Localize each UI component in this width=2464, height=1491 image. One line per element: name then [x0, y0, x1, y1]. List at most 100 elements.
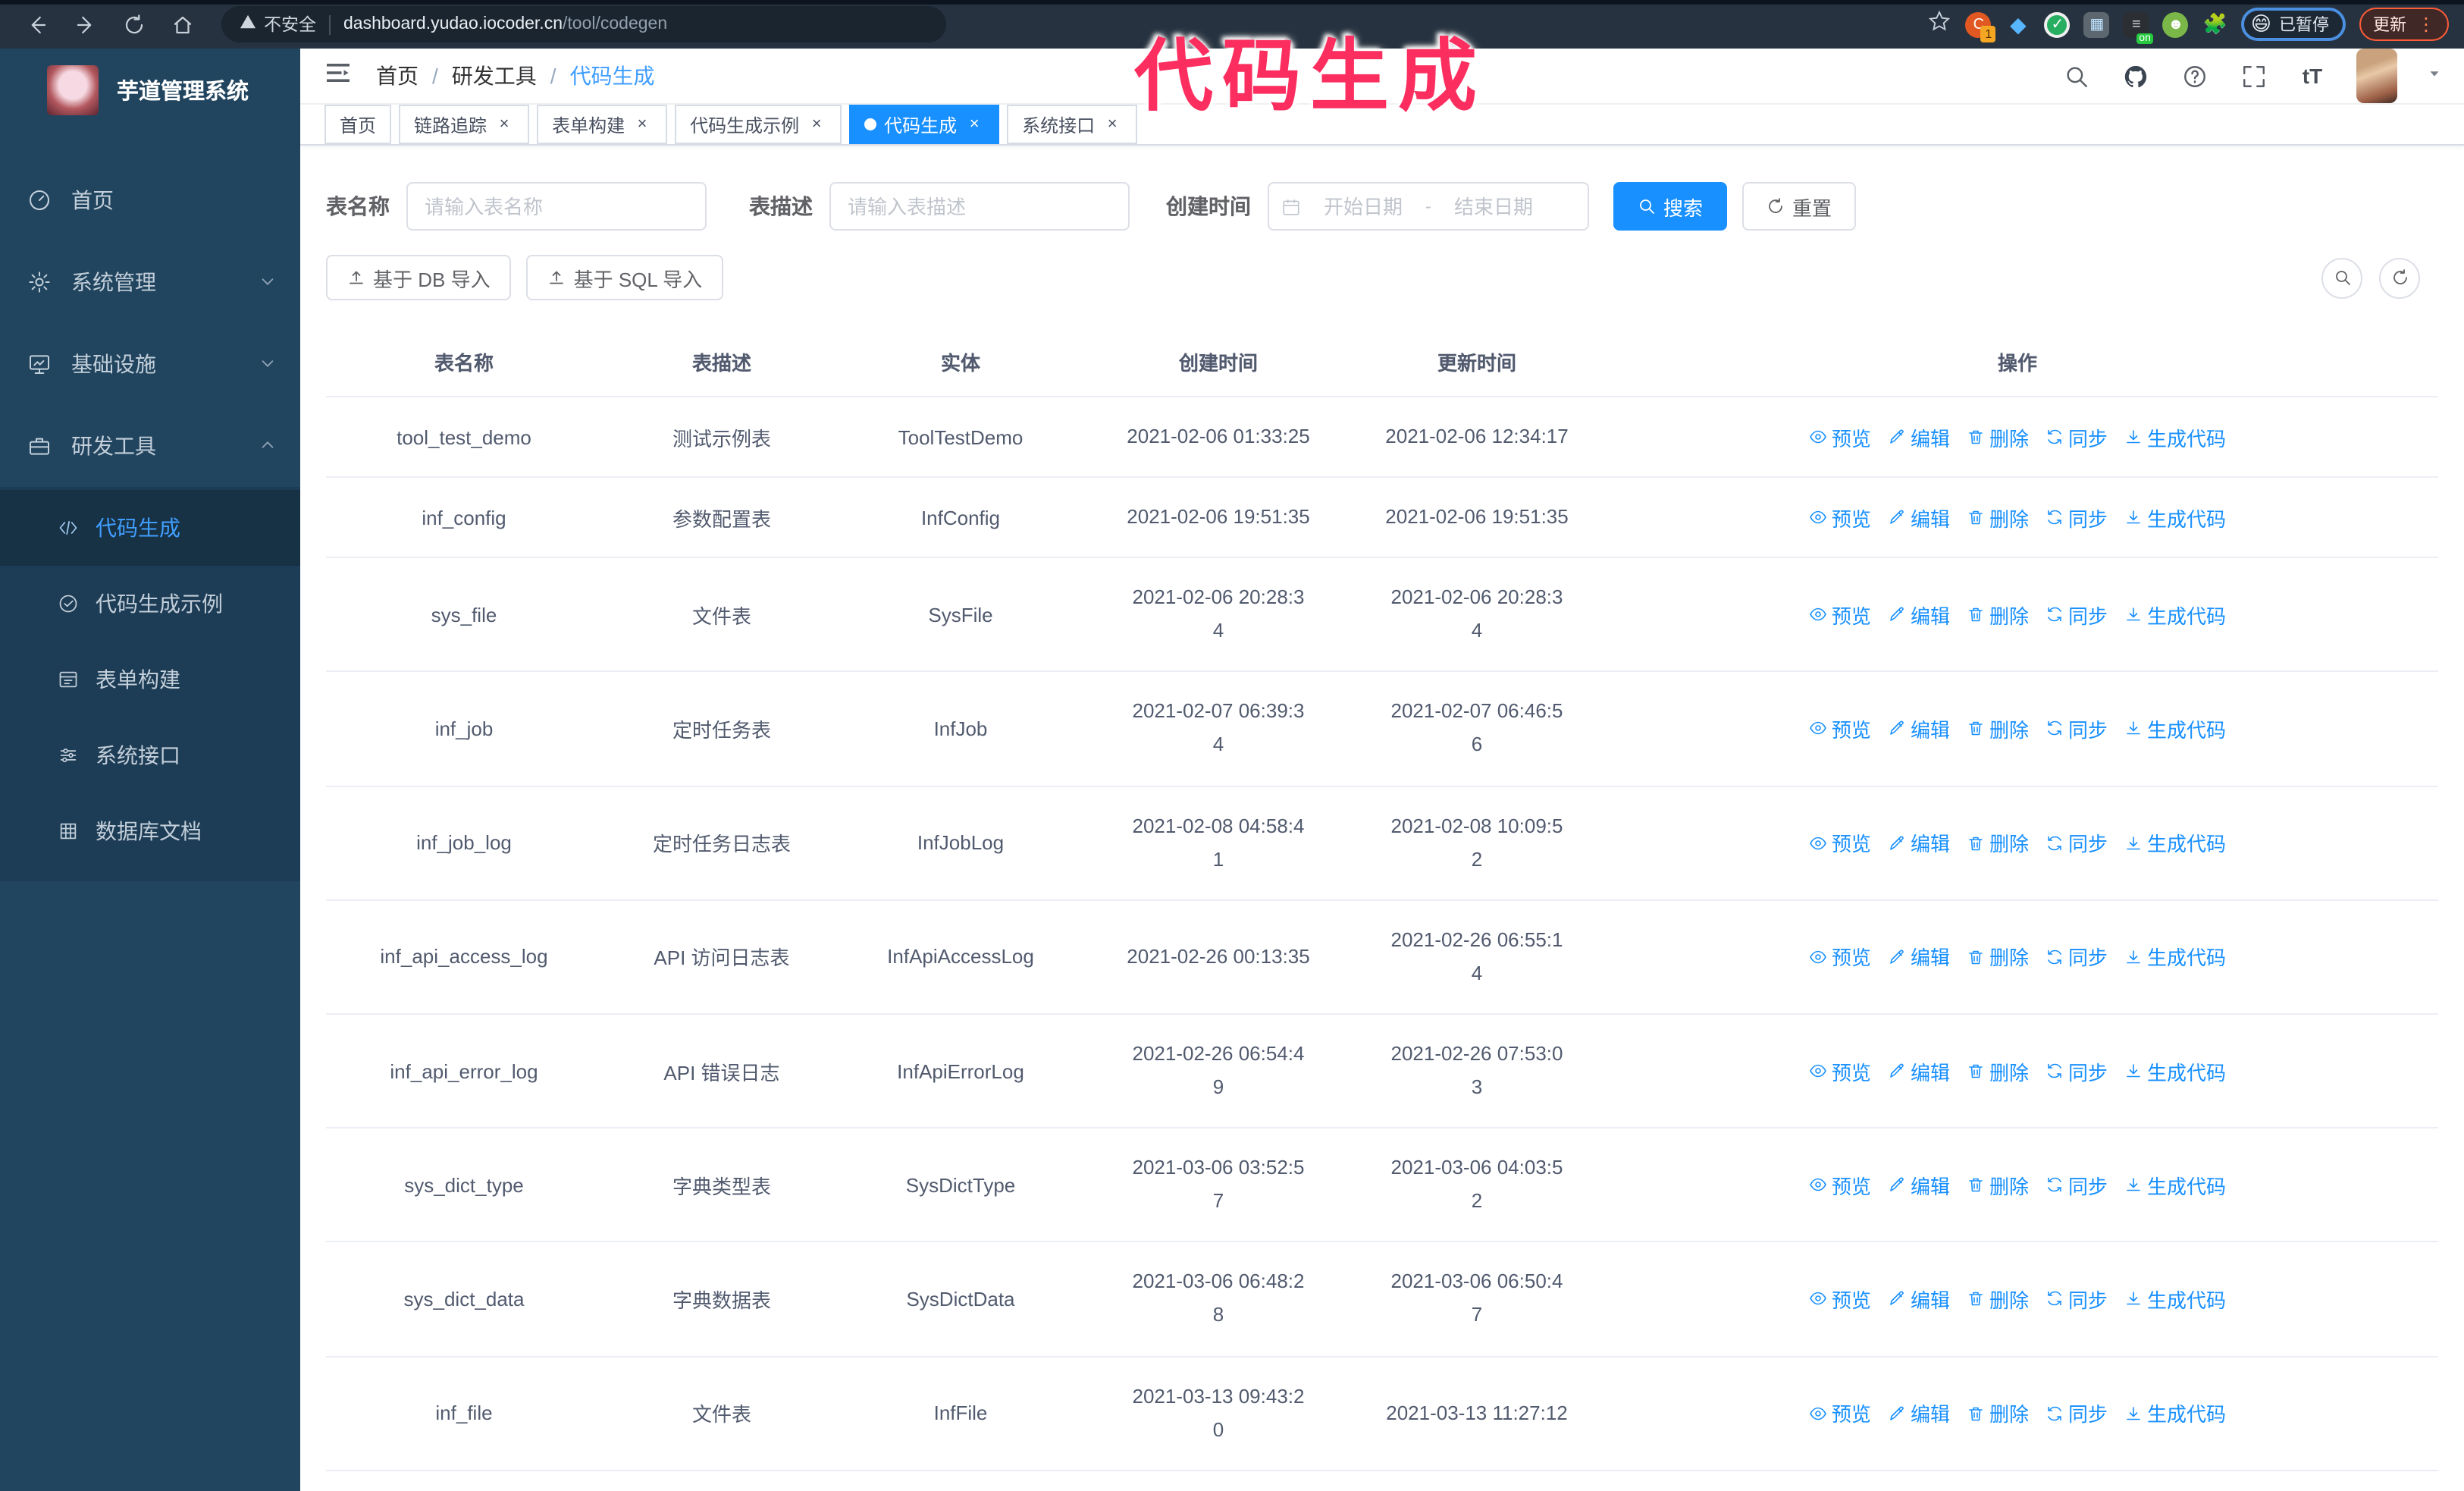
- extension-check-icon[interactable]: ✓: [2044, 11, 2071, 37]
- edit-link[interactable]: 编辑: [1888, 1398, 1950, 1427]
- browser-update-button[interactable]: 更新 ⋮: [2359, 8, 2449, 41]
- delete-link[interactable]: 删除: [1967, 1056, 2029, 1085]
- import-db-button[interactable]: 基于 DB 导入: [326, 255, 512, 300]
- extension-gem-icon[interactable]: ◆: [2005, 11, 2031, 37]
- help-icon[interactable]: [2179, 61, 2209, 91]
- close-icon[interactable]: ×: [494, 115, 514, 134]
- extension-grid-icon[interactable]: ▦: [2083, 11, 2110, 37]
- breadcrumb-devtools[interactable]: 研发工具: [452, 61, 537, 91]
- sync-link[interactable]: 同步: [2045, 714, 2108, 743]
- sync-link[interactable]: 同步: [2045, 1170, 2108, 1199]
- table-row[interactable]: inf_job_log 定时任务日志表 InfJobLog 2021-02-08…: [326, 786, 2438, 901]
- sidebar-item-infra[interactable]: 基础设施: [0, 323, 300, 405]
- table-row[interactable]: inf_api_access_log API 访问日志表 InfApiAcces…: [326, 899, 2438, 1015]
- edit-link[interactable]: 编辑: [1888, 1285, 1950, 1314]
- preview-link[interactable]: 预览: [1809, 1285, 1871, 1314]
- table-row[interactable]: sys_file 文件表 SysFile 2021-02-06 20:28:3 …: [326, 557, 2438, 673]
- edit-link[interactable]: 编辑: [1888, 503, 1950, 532]
- sync-link[interactable]: 同步: [2045, 828, 2108, 857]
- table-row[interactable]: inf_api_error_log API 错误日志 InfApiErrorLo…: [326, 1013, 2438, 1129]
- preview-link[interactable]: 预览: [1809, 943, 1871, 972]
- import-sql-button[interactable]: 基于 SQL 导入: [526, 255, 724, 300]
- tab-home[interactable]: 首页: [324, 105, 392, 144]
- delete-link[interactable]: 删除: [1967, 601, 2029, 629]
- generate-code-link[interactable]: 生成代码: [2124, 1056, 2226, 1085]
- close-icon[interactable]: ×: [632, 115, 652, 134]
- generate-code-link[interactable]: 生成代码: [2124, 503, 2226, 532]
- date-range-picker[interactable]: -: [1268, 182, 1589, 231]
- preview-link[interactable]: 预览: [1809, 503, 1871, 532]
- generate-code-link[interactable]: 生成代码: [2124, 1398, 2226, 1427]
- delete-link[interactable]: 删除: [1967, 714, 2029, 743]
- close-icon[interactable]: ×: [964, 115, 984, 134]
- search-icon[interactable]: [2061, 61, 2091, 91]
- delete-link[interactable]: 删除: [1967, 422, 2029, 451]
- generate-code-link[interactable]: 生成代码: [2124, 943, 2226, 972]
- sidebar-item-devtools[interactable]: 研发工具: [0, 405, 300, 487]
- edit-link[interactable]: 编辑: [1888, 601, 1950, 629]
- address-bar[interactable]: 不安全 dashboard.yudao.iocoder.cn/tool/code…: [221, 6, 946, 42]
- extension-on-icon[interactable]: ≡ on: [2123, 11, 2154, 43]
- app-logo-row[interactable]: 芋道管理系统: [0, 49, 300, 132]
- generate-code-link[interactable]: 生成代码: [2124, 422, 2226, 451]
- extension-bot-icon[interactable]: ☻: [2162, 11, 2189, 37]
- sidebar-collapse-icon[interactable]: [324, 58, 352, 93]
- sidebar-item-home[interactable]: 首页: [0, 159, 300, 241]
- table-desc-input[interactable]: [829, 182, 1130, 231]
- delete-link[interactable]: 删除: [1967, 1398, 2029, 1427]
- table-name-input[interactable]: [406, 182, 707, 231]
- generate-code-link[interactable]: 生成代码: [2124, 1285, 2226, 1314]
- edit-link[interactable]: 编辑: [1888, 422, 1950, 451]
- preview-link[interactable]: 预览: [1809, 1398, 1871, 1427]
- search-button[interactable]: 搜索: [1613, 182, 1728, 231]
- table-row[interactable]: inf_config 参数配置表 InfConfig 2021-02-06 19…: [326, 477, 2438, 559]
- generate-code-link[interactable]: 生成代码: [2124, 828, 2226, 857]
- generate-code-link[interactable]: 生成代码: [2124, 601, 2226, 629]
- table-row[interactable]: tool_test_demo 测试示例表 ToolTestDemo 2021-0…: [326, 397, 2438, 479]
- extension-orange-icon[interactable]: C1: [1965, 11, 1996, 42]
- extensions-puzzle-icon[interactable]: 🧩: [2202, 11, 2228, 37]
- delete-link[interactable]: 删除: [1967, 1285, 2029, 1314]
- sidebar-item-codegen-demo[interactable]: 代码生成示例: [0, 566, 300, 642]
- table-row[interactable]: sys_dict_type 字典类型表 SysDictType 2021-03-…: [326, 1128, 2438, 1243]
- user-avatar[interactable]: [2356, 49, 2397, 103]
- tab-tracing[interactable]: 链路追踪 ×: [399, 105, 530, 144]
- caret-down-icon[interactable]: [2426, 62, 2443, 89]
- github-icon[interactable]: [2120, 61, 2150, 91]
- tab-system-api[interactable]: 系统接口 ×: [1007, 105, 1138, 144]
- delete-link[interactable]: 删除: [1967, 943, 2029, 972]
- reset-button[interactable]: 重置: [1742, 182, 1857, 231]
- browser-home-button[interactable]: [168, 11, 196, 38]
- table-row[interactable]: inf_job 定时任务表 InfJob 2021-02-07 06:39:3 …: [326, 671, 2438, 787]
- font-size-icon[interactable]: tT: [2297, 61, 2328, 91]
- sidebar-item-system[interactable]: 系统管理: [0, 241, 300, 323]
- bookmark-star-icon[interactable]: [1928, 8, 1952, 40]
- profile-paused-badge[interactable]: 😄 已暂停: [2241, 8, 2346, 41]
- tab-codegen[interactable]: 代码生成 ×: [849, 105, 1000, 144]
- sync-link[interactable]: 同步: [2045, 1056, 2108, 1085]
- preview-link[interactable]: 预览: [1809, 714, 1871, 743]
- fullscreen-icon[interactable]: [2238, 61, 2268, 91]
- delete-link[interactable]: 删除: [1967, 1170, 2029, 1199]
- close-icon[interactable]: ×: [1102, 115, 1122, 134]
- sidebar-item-system-api[interactable]: 系统接口: [0, 717, 300, 793]
- start-date-input[interactable]: [1307, 195, 1419, 218]
- generate-code-link[interactable]: 生成代码: [2124, 1170, 2226, 1199]
- edit-link[interactable]: 编辑: [1888, 943, 1950, 972]
- sync-link[interactable]: 同步: [2045, 1398, 2108, 1427]
- sync-link[interactable]: 同步: [2045, 503, 2108, 532]
- preview-link[interactable]: 预览: [1809, 601, 1871, 629]
- tab-form-builder[interactable]: 表单构建 ×: [537, 105, 668, 144]
- edit-link[interactable]: 编辑: [1888, 1170, 1950, 1199]
- sync-link[interactable]: 同步: [2045, 943, 2108, 972]
- breadcrumb-home[interactable]: 首页: [376, 61, 419, 91]
- close-icon[interactable]: ×: [807, 115, 826, 134]
- sidebar-item-form-builder[interactable]: 表单构建: [0, 642, 300, 717]
- delete-link[interactable]: 删除: [1967, 503, 2029, 532]
- edit-link[interactable]: 编辑: [1888, 1056, 1950, 1085]
- generate-code-link[interactable]: 生成代码: [2124, 714, 2226, 743]
- sidebar-item-db-doc[interactable]: 数据库文档: [0, 793, 300, 869]
- edit-link[interactable]: 编辑: [1888, 714, 1950, 743]
- preview-link[interactable]: 预览: [1809, 422, 1871, 451]
- edit-link[interactable]: 编辑: [1888, 828, 1950, 857]
